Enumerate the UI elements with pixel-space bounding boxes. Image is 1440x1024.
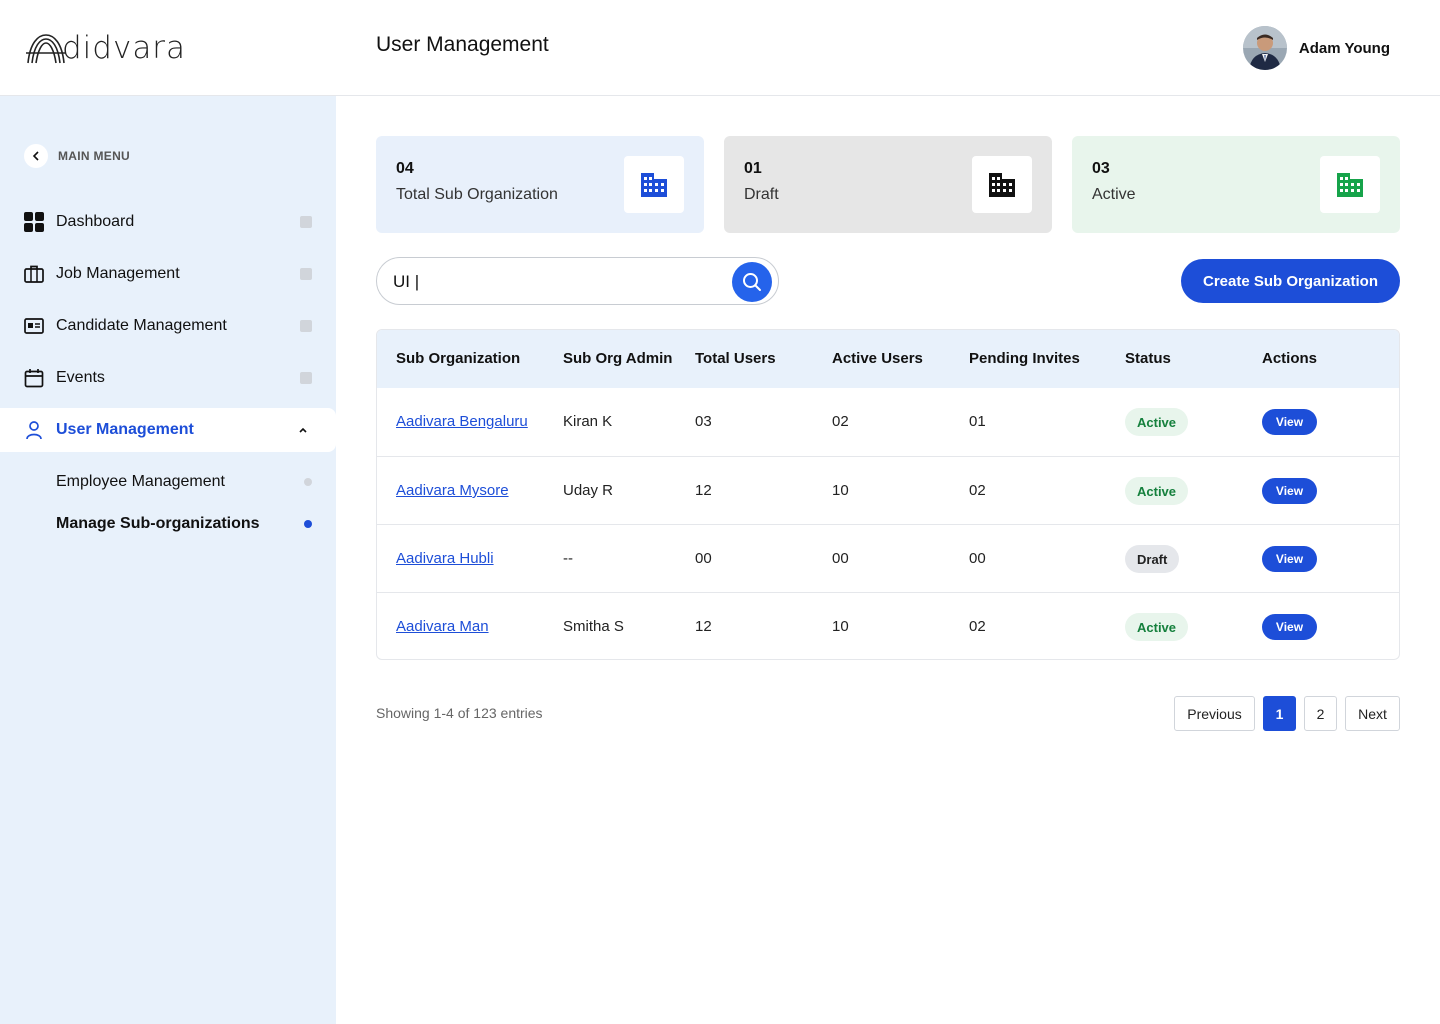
sub-org-admin-cell: Smitha S [563,618,624,635]
building-icon [624,156,684,213]
table-row: Aadivara Mysore Uday R 12 10 02 Active V… [377,456,1399,524]
page-button-2[interactable]: 2 [1304,696,1337,731]
sub-organization-link[interactable]: Aadivara Man [396,618,489,635]
column-header-status[interactable]: Status [1125,350,1171,367]
create-sub-organization-button[interactable]: Create Sub Organization [1181,259,1400,303]
stat-card-total: 04 Total Sub Organization [376,136,704,233]
table-row: Aadivara Bengaluru Kiran K 03 02 01 Acti… [377,388,1399,456]
next-page-button[interactable]: Next [1345,696,1400,731]
sidebar-item-label: Events [56,369,105,386]
search-box [376,257,779,305]
page-title: User Management [376,33,549,56]
subitem-indicator [304,478,312,486]
table-row: Aadivara Hubli -- 00 00 00 Draft View [377,524,1399,592]
stat-card-active: 03 Active [1072,136,1400,233]
sidebar-item-dashboard[interactable]: Dashboard [0,200,336,244]
status-badge: Active [1125,477,1189,505]
sub-organizations-table: Sub Organization Sub Org Admin Total Use… [376,329,1400,660]
sidebar-item-label: User Management [56,421,194,438]
total-users-cell: 12 [695,618,712,635]
sidebar-subitem-employee-management[interactable]: Employee Management [56,468,320,496]
sidebar-item-job-management[interactable]: Job Management [0,252,336,296]
brand-logo[interactable]: didvara [24,28,186,68]
user-icon [24,420,44,440]
main-menu-label: MAIN MENU [58,149,131,163]
column-header-actions: Actions [1262,350,1318,367]
sidebar-item-user-management[interactable]: User Management [0,408,336,452]
page-button-1[interactable]: 1 [1263,696,1296,731]
active-users-cell: 00 [832,550,849,567]
pending-invites-cell: 01 [969,413,986,430]
table-row: Aadivara Man Smitha S 12 10 02 Active Vi… [377,592,1399,659]
sidebar: MAIN MENU Dashboard Job Management Candi… [0,96,336,1024]
sub-organization-link[interactable]: Aadivara Hubli [396,550,494,567]
sidebar-subitem-label: Manage Sub-organizations [56,515,260,532]
top-header: didvara User Management Adam Young [0,0,1440,96]
avatar[interactable] [1242,26,1287,70]
sub-org-admin-cell: Kiran K [563,413,613,430]
building-icon [1320,156,1380,213]
sub-org-admin-cell: Uday R [563,482,614,499]
active-users-cell: 10 [832,482,849,499]
view-button[interactable]: View [1262,614,1317,640]
status-badge: Active [1125,613,1189,641]
column-header-pending-invites[interactable]: Pending Invites [969,350,1080,367]
sidebar-subitem-manage-sub-organizations[interactable]: Manage Sub-organizations [56,510,320,538]
sub-org-admin-cell: -- [563,550,573,567]
sidebar-item-label: Job Management [56,265,180,282]
pending-invites-cell: 02 [969,482,986,499]
search-icon [743,273,761,291]
sidebar-subitem-label: Employee Management [56,473,225,490]
table-body: Aadivara Bengaluru Kiran K 03 02 01 Acti… [377,388,1399,659]
sub-organization-link[interactable]: Aadivara Mysore [396,482,509,499]
chevron-up-icon[interactable] [298,425,308,435]
id-card-icon [24,316,44,336]
total-users-cell: 12 [695,482,712,499]
nav-indicator [300,320,312,332]
calendar-icon [24,368,44,388]
sidebar-item-candidate-management[interactable]: Candidate Management [0,304,336,348]
user-name: Adam Young [1298,39,1390,57]
sub-organization-link[interactable]: Aadivara Bengaluru [396,413,528,430]
sidebar-item-label: Dashboard [56,213,135,230]
search-input[interactable] [393,268,713,296]
grid-icon [24,212,44,232]
status-badge: Active [1125,408,1189,436]
nav-indicator [300,216,312,228]
column-header-total-users[interactable]: Total Users [695,350,776,367]
pending-invites-cell: 02 [969,618,986,635]
total-users-cell: 03 [695,413,712,430]
building-icon [972,156,1032,213]
view-button[interactable]: View [1262,546,1317,572]
stat-card-draft: 01 Draft [724,136,1052,233]
collapse-menu-button[interactable] [24,144,48,168]
active-users-cell: 10 [832,618,849,635]
column-header-sub-organization[interactable]: Sub Organization [396,350,520,367]
search-button[interactable] [732,262,772,302]
status-badge: Draft [1125,545,1180,573]
total-users-cell: 00 [695,550,712,567]
table-header: Sub Organization Sub Org Admin Total Use… [377,330,1399,388]
user-profile[interactable]: Adam Young [1242,26,1390,70]
pending-invites-cell: 00 [969,550,986,567]
column-header-sub-org-admin[interactable]: Sub Org Admin [563,350,672,367]
nav-indicator [300,268,312,280]
main-menu-header: MAIN MENU [24,144,130,168]
previous-page-button[interactable]: Previous [1174,696,1255,731]
nav-indicator [300,372,312,384]
chevron-left-icon [32,151,39,161]
sidebar-item-label: Candidate Management [56,317,227,334]
sidebar-item-events[interactable]: Events [0,356,336,400]
logo-text: didvara [62,30,187,66]
briefcase-icon [24,264,44,284]
entries-summary: Showing 1-4 of 123 entries [376,705,543,721]
subitem-indicator [304,520,312,528]
column-header-active-users[interactable]: Active Users [832,350,923,367]
view-button[interactable]: View [1262,478,1317,504]
view-button[interactable]: View [1262,409,1317,435]
active-users-cell: 02 [832,413,849,430]
